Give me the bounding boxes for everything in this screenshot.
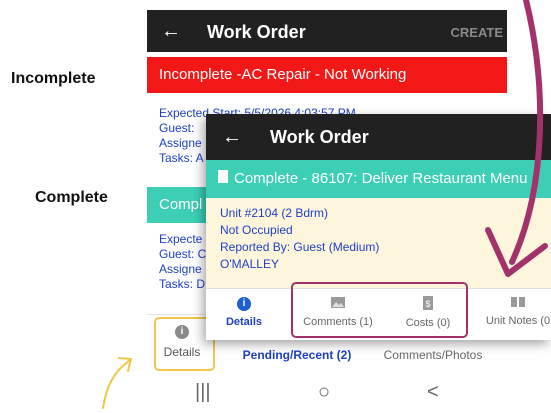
annotation-arrows xyxy=(102,0,548,409)
curved-arrow-icon xyxy=(509,0,544,265)
yellow-arrow-icon xyxy=(102,359,131,409)
